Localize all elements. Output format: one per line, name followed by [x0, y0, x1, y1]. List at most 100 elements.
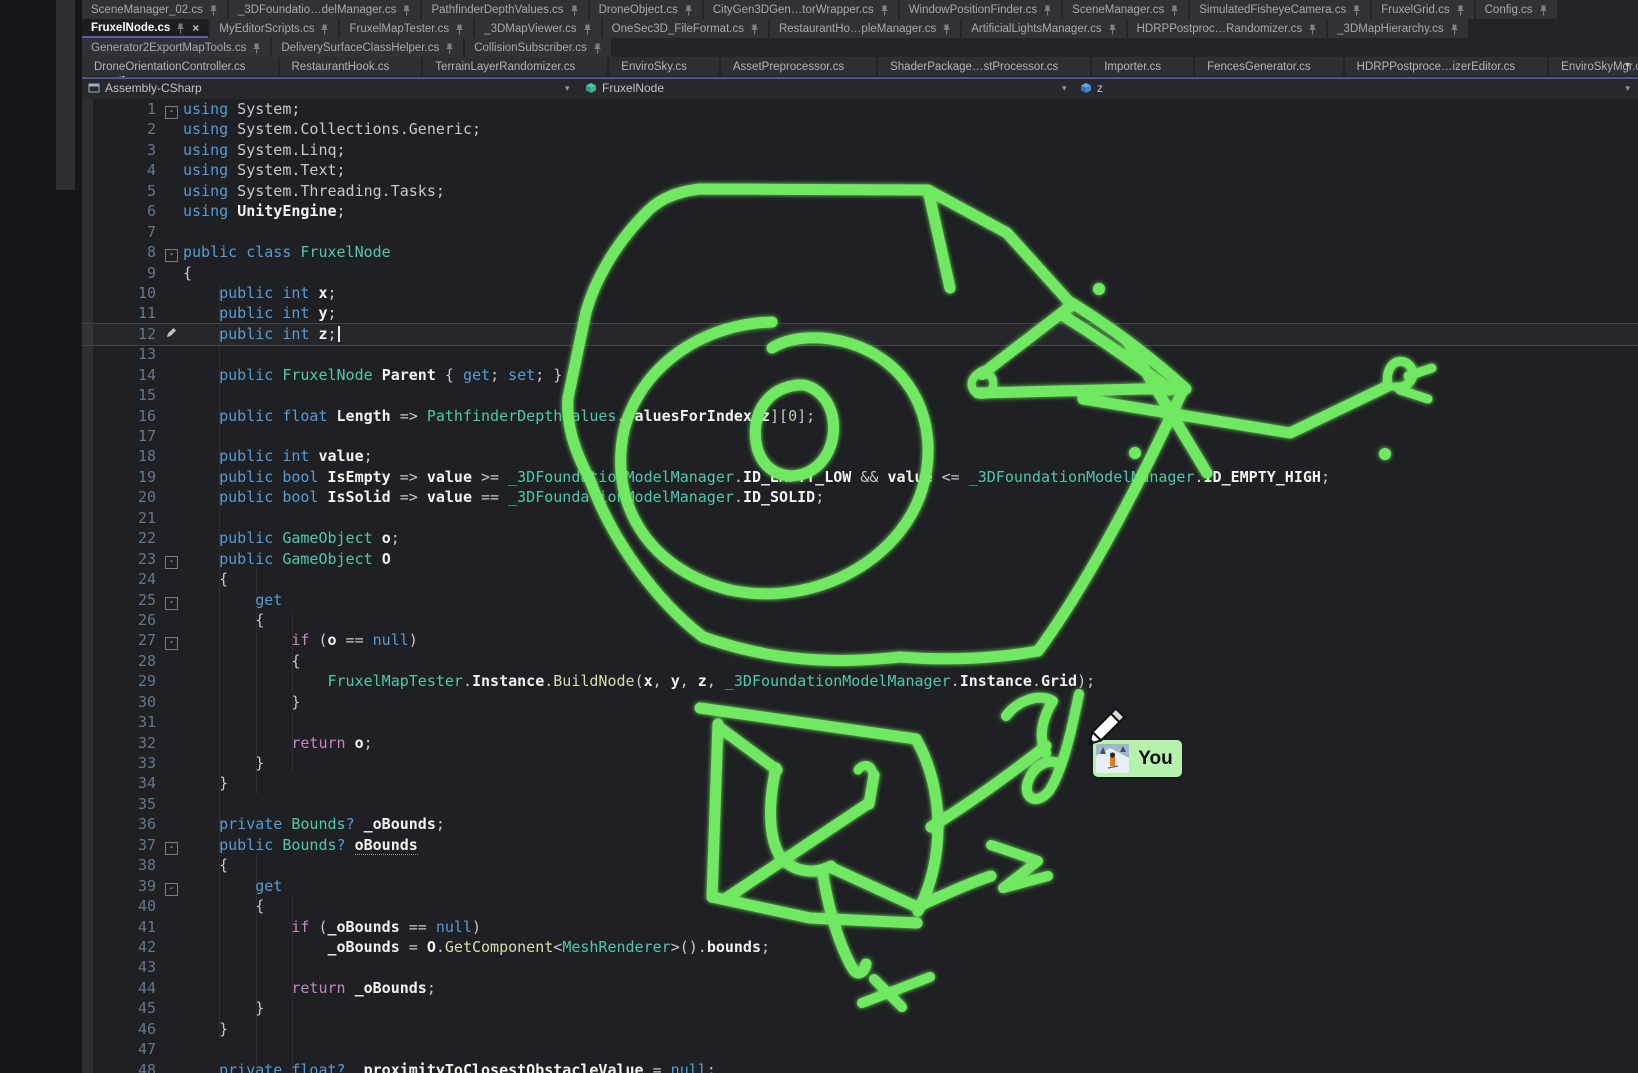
tab--3dmapviewer-cs[interactable]: _3DMapViewer.cs: [475, 19, 600, 38]
code-line-32[interactable]: 32 return o;: [82, 733, 1638, 753]
pin-icon[interactable]: [1108, 24, 1117, 35]
pin-icon[interactable]: [445, 43, 454, 54]
code-line-38[interactable]: 38 {: [82, 855, 1638, 875]
fold-marker[interactable]: -: [160, 630, 183, 650]
code-line-36[interactable]: 36 private Bounds? _oBounds;: [82, 814, 1638, 834]
code-line-43[interactable]: 43: [82, 957, 1638, 977]
tab-scenemanager-cs[interactable]: SceneManager.cs: [1063, 0, 1188, 19]
project-dropdown-caret-icon[interactable]: ▾: [565, 83, 570, 94]
fold-marker[interactable]: -: [160, 590, 183, 610]
code-line-48[interactable]: 48 private float? _proximityToClosestObs…: [82, 1060, 1638, 1073]
tab-fruxelnode-cs[interactable]: FruxelNode.cs×: [82, 19, 208, 38]
pin-icon[interactable]: [320, 24, 329, 35]
tab-windowpositionfinder-cs[interactable]: WindowPositionFinder.cs: [900, 0, 1061, 19]
tab-importer-cs[interactable]: Importer.cs: [1092, 57, 1193, 76]
code-line-16[interactable]: 16 public float Length => PathfinderDept…: [82, 406, 1638, 426]
pin-icon[interactable]: [1352, 5, 1361, 16]
project-dropdown[interactable]: Assembly-CSharp: [88, 81, 202, 95]
tab-config-cs[interactable]: Config.cs: [1476, 0, 1557, 19]
tab-myeditorscripts-cs[interactable]: MyEditorScripts.cs: [210, 19, 338, 38]
pin-icon[interactable]: [750, 24, 759, 35]
pin-icon[interactable]: [684, 5, 693, 16]
tab-generator2exportmaptools-cs[interactable]: Generator2ExportMapTools.cs: [82, 38, 270, 57]
code-line-42[interactable]: 42 _oBounds = O.GetComponent<MeshRendere…: [82, 937, 1638, 957]
close-icon[interactable]: ×: [192, 22, 199, 34]
tab-hdrppostproce-izereditor-cs[interactable]: HDRPPostproce…izerEditor.cs: [1345, 57, 1548, 76]
tab-restaurantho-plemanager-cs[interactable]: RestaurantHo…pleManager.cs: [770, 19, 960, 38]
tab-droneobject-cs[interactable]: DroneObject.cs: [590, 0, 702, 19]
tab--3dmaphierarchy-cs[interactable]: _3DMapHierarchy.cs: [1328, 19, 1468, 38]
code-line-33[interactable]: 33 }: [82, 753, 1638, 773]
tab-deliverysurfaceclasshelper-cs[interactable]: DeliverySurfaceClassHelper.cs: [272, 38, 463, 57]
fold-marker[interactable]: -: [160, 99, 183, 119]
tab-restauranthook-cs[interactable]: RestaurantHook.cs: [280, 57, 422, 76]
code-line-7[interactable]: 7: [82, 222, 1638, 242]
code-line-24[interactable]: 24 {: [82, 569, 1638, 589]
tab-envirosky-cs[interactable]: EnviroSky.cs: [609, 57, 719, 76]
code-line-29[interactable]: 29 FruxelMapTester.Instance.BuildNode(x,…: [82, 671, 1638, 691]
tab-citygen3dgen-torwrapper-cs[interactable]: CityGen3DGen…torWrapper.cs: [704, 0, 898, 19]
code-line-31[interactable]: 31: [82, 712, 1638, 732]
pin-icon[interactable]: [1308, 24, 1317, 35]
fold-marker[interactable]: -: [160, 876, 183, 896]
code-line-15[interactable]: 15: [82, 385, 1638, 405]
tab-fencesgenerator-cs[interactable]: FencesGenerator.cs: [1195, 57, 1343, 76]
pin-icon[interactable]: [402, 5, 411, 16]
pin-icon[interactable]: [1450, 24, 1459, 35]
code-line-45[interactable]: 45 }: [82, 998, 1638, 1018]
tab-fruxelgrid-cs[interactable]: FruxelGrid.cs: [1372, 0, 1473, 19]
code-line-20[interactable]: 20 public bool IsSolid => value == _3DFo…: [82, 487, 1638, 507]
pin-icon[interactable]: [1539, 5, 1548, 16]
code-line-19[interactable]: 19 public bool IsEmpty => value >= _3DFo…: [82, 467, 1638, 487]
pin-icon[interactable]: [583, 24, 592, 35]
tab-assetpreprocessor-cs[interactable]: AssetPreprocessor.cs: [721, 57, 876, 76]
pin-icon[interactable]: [252, 43, 261, 54]
tab-pathfinderdepthvalues-cs[interactable]: PathfinderDepthValues.cs: [422, 0, 587, 19]
code-line-35[interactable]: 35: [82, 794, 1638, 814]
code-line-27[interactable]: 27- if (o == null): [82, 630, 1638, 650]
tab--3dfoundatio-delmanager-cs[interactable]: _3DFoundatio…delManager.cs: [229, 0, 421, 19]
code-line-2[interactable]: 2using System.Collections.Generic;: [82, 119, 1638, 139]
code-line-41[interactable]: 41 if (_oBounds == null): [82, 917, 1638, 937]
pin-icon[interactable]: [880, 5, 889, 16]
pin-icon[interactable]: [1043, 5, 1052, 16]
pin-icon[interactable]: [593, 43, 602, 54]
type-dropdown[interactable]: FruxelNode: [585, 81, 664, 95]
pin-icon[interactable]: [209, 5, 218, 16]
pin-icon[interactable]: [1456, 5, 1465, 16]
tab-terrainlayerrandomizer-cs[interactable]: TerrainLayerRandomizer.cs: [423, 57, 607, 76]
pin-icon[interactable]: [942, 24, 951, 35]
code-line-40[interactable]: 40 {: [82, 896, 1638, 916]
code-line-11[interactable]: 11 public int y;: [82, 303, 1638, 323]
tab-shaderpackage-stprocessor-cs[interactable]: ShaderPackage…stProcessor.cs: [878, 57, 1090, 76]
tab-artificiallightsmanager-cs[interactable]: ArtificialLightsManager.cs: [962, 19, 1125, 38]
code-line-25[interactable]: 25- get: [82, 590, 1638, 610]
code-line-39[interactable]: 39- get: [82, 876, 1638, 896]
code-editor[interactable]: 1-using System;2using System.Collections…: [82, 99, 1638, 1073]
tab-scenemanager-02-cs[interactable]: SceneManager_02.cs: [82, 0, 227, 19]
tab-simulatedfisheyecamera-cs[interactable]: SimulatedFisheyeCamera.cs: [1190, 0, 1370, 19]
fold-marker[interactable]: -: [160, 835, 183, 855]
code-line-1[interactable]: 1-using System;: [82, 99, 1638, 119]
code-line-17[interactable]: 17: [82, 426, 1638, 446]
pin-icon[interactable]: [455, 24, 464, 35]
code-line-34[interactable]: 34 }: [82, 773, 1638, 793]
tab-onesec3d-fileformat-cs[interactable]: OneSec3D_FileFormat.cs: [603, 19, 768, 38]
fold-marker[interactable]: -: [160, 242, 183, 262]
code-line-14[interactable]: 14 public FruxelNode Parent { get; set; …: [82, 365, 1638, 385]
code-line-6[interactable]: 6using UnityEngine;: [82, 201, 1638, 221]
code-line-22[interactable]: 22 public GameObject o;: [82, 528, 1638, 548]
code-line-12[interactable]: 12 public int z;: [82, 324, 1638, 344]
code-line-28[interactable]: 28 {: [82, 651, 1638, 671]
member-dropdown[interactable]: z: [1080, 81, 1103, 95]
code-line-18[interactable]: 18 public int value;: [82, 446, 1638, 466]
code-line-44[interactable]: 44 return _oBounds;: [82, 978, 1638, 998]
data-sources-vertical-tab[interactable]: Data Sources: [56, 0, 75, 190]
tab-droneorientationcontroller-cs[interactable]: DroneOrientationController.cs: [82, 57, 278, 76]
pin-icon[interactable]: [1170, 5, 1179, 16]
code-line-4[interactable]: 4using System.Text;: [82, 160, 1638, 180]
code-line-10[interactable]: 10 public int x;: [82, 283, 1638, 303]
pin-icon[interactable]: [176, 23, 185, 34]
code-line-21[interactable]: 21: [82, 508, 1638, 528]
code-line-30[interactable]: 30 }: [82, 692, 1638, 712]
